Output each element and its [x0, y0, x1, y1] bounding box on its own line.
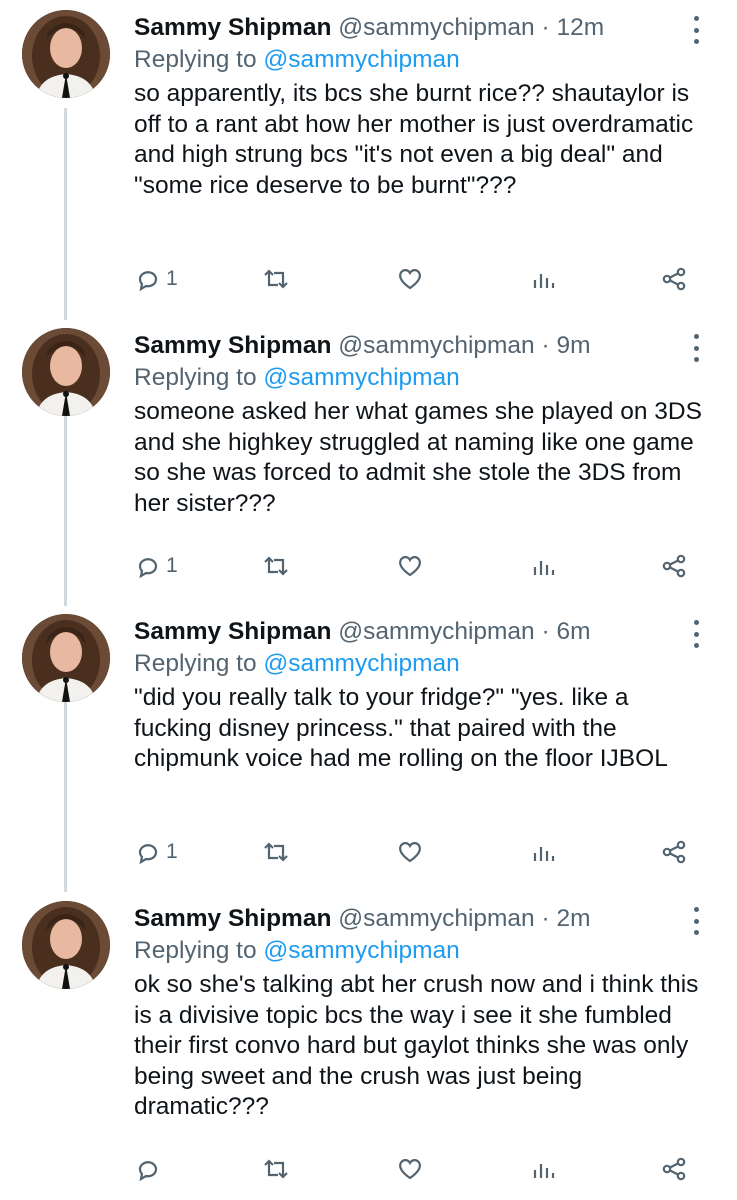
- reply-icon: [138, 1161, 158, 1182]
- tweet[interactable]: Sammy Shipman @sammychipman · 2m Replyin…: [0, 891, 737, 1200]
- separator: ·: [541, 14, 550, 41]
- retweet-icon: [264, 1159, 288, 1179]
- analytics-icon: [533, 847, 555, 861]
- replying-to: Replying to @sammychipman: [134, 44, 707, 76]
- tweet-header: Sammy Shipman @sammychipman · 9m: [134, 330, 707, 362]
- tweet-text: "did you really talk to your fridge?" "y…: [134, 684, 668, 772]
- share-button[interactable]: [660, 550, 688, 582]
- share-icon: [662, 267, 686, 291]
- like-button[interactable]: [396, 836, 424, 868]
- replying-to-label: Replying to: [134, 364, 257, 391]
- action-bar: 1: [134, 263, 694, 295]
- analytics-icon: [533, 1164, 555, 1178]
- retweet-button[interactable]: [262, 263, 290, 295]
- separator: ·: [541, 618, 550, 645]
- tweet-text: so apparently, its bcs she burnt rice?? …: [134, 80, 694, 199]
- avatar[interactable]: [22, 901, 110, 989]
- replying-to-mention[interactable]: @sammychipman: [263, 364, 459, 391]
- replying-to-label: Replying to: [134, 937, 257, 964]
- tweet[interactable]: Sammy Shipman @sammychipman · 12m Replyi…: [0, 0, 737, 318]
- like-icon: [399, 269, 421, 290]
- tweet-content: Sammy Shipman @sammychipman · 9m Replyin…: [134, 330, 707, 519]
- separator: ·: [541, 905, 550, 932]
- like-icon: [399, 842, 421, 863]
- tweet[interactable]: Sammy Shipman @sammychipman · 6m Replyin…: [0, 604, 737, 891]
- tweet-header: Sammy Shipman @sammychipman · 2m: [134, 903, 707, 935]
- share-button[interactable]: [660, 836, 688, 868]
- replying-to: Replying to @sammychipman: [134, 935, 707, 967]
- replying-to-mention[interactable]: @sammychipman: [263, 650, 459, 677]
- share-button[interactable]: [660, 1153, 688, 1185]
- reply-button[interactable]: 1: [134, 550, 178, 582]
- display-name[interactable]: Sammy Shipman: [134, 618, 331, 645]
- reply-button[interactable]: [134, 1153, 166, 1185]
- reply-button[interactable]: 1: [134, 836, 178, 868]
- action-bar: 1: [134, 550, 694, 582]
- display-name[interactable]: Sammy Shipman: [134, 332, 331, 359]
- analytics-icon: [533, 561, 555, 575]
- retweet-button[interactable]: [262, 836, 290, 868]
- reply-count: 1: [166, 267, 178, 290]
- avatar[interactable]: [22, 10, 110, 98]
- avatar[interactable]: [22, 328, 110, 416]
- user-handle[interactable]: @sammychipman: [338, 332, 534, 359]
- reply-button[interactable]: 1: [134, 263, 178, 295]
- analytics-icon: [533, 274, 555, 288]
- display-name[interactable]: Sammy Shipman: [134, 14, 331, 41]
- like-button[interactable]: [396, 550, 424, 582]
- analytics-button[interactable]: [530, 836, 558, 868]
- tweet-header: Sammy Shipman @sammychipman · 12m: [134, 12, 707, 44]
- user-handle[interactable]: @sammychipman: [338, 618, 534, 645]
- replying-to-mention[interactable]: @sammychipman: [263, 937, 459, 964]
- action-bar: [134, 1153, 694, 1185]
- tweet[interactable]: Sammy Shipman @sammychipman · 9m Replyin…: [0, 318, 737, 605]
- like-button[interactable]: [396, 263, 424, 295]
- tweet-header: Sammy Shipman @sammychipman · 6m: [134, 616, 707, 648]
- user-handle[interactable]: @sammychipman: [338, 905, 534, 932]
- share-icon: [662, 554, 686, 578]
- timestamp[interactable]: 6m: [556, 618, 590, 645]
- like-button[interactable]: [396, 1153, 424, 1185]
- retweet-icon: [264, 556, 288, 576]
- tweet-content: Sammy Shipman @sammychipman · 6m Replyin…: [134, 616, 707, 775]
- action-bar: 1: [134, 836, 694, 868]
- reply-icon: [138, 558, 158, 579]
- retweet-icon: [264, 269, 288, 289]
- replying-to-mention[interactable]: @sammychipman: [263, 46, 459, 73]
- retweet-button[interactable]: [262, 550, 290, 582]
- share-icon: [662, 1157, 686, 1181]
- timestamp[interactable]: 12m: [556, 14, 604, 41]
- like-icon: [399, 1159, 421, 1180]
- separator: ·: [541, 332, 550, 359]
- timestamp[interactable]: 9m: [556, 332, 590, 359]
- share-button[interactable]: [660, 263, 688, 295]
- tweet-content: Sammy Shipman @sammychipman · 2m Replyin…: [134, 903, 707, 1123]
- analytics-button[interactable]: [530, 550, 558, 582]
- tweet-content: Sammy Shipman @sammychipman · 12m Replyi…: [134, 12, 707, 201]
- tweet-text: someone asked her what games she played …: [134, 398, 702, 517]
- avatar[interactable]: [22, 614, 110, 702]
- retweet-icon: [264, 842, 288, 862]
- analytics-button[interactable]: [530, 1153, 558, 1185]
- like-icon: [399, 556, 421, 577]
- replying-to-label: Replying to: [134, 46, 257, 73]
- reply-count: 1: [166, 840, 178, 863]
- replying-to: Replying to @sammychipman: [134, 648, 707, 680]
- analytics-button[interactable]: [530, 263, 558, 295]
- reply-icon: [138, 271, 158, 292]
- reply-count: 1: [166, 554, 178, 577]
- share-icon: [662, 840, 686, 864]
- timestamp[interactable]: 2m: [556, 905, 590, 932]
- replying-to-label: Replying to: [134, 650, 257, 677]
- replying-to: Replying to @sammychipman: [134, 362, 707, 394]
- retweet-button[interactable]: [262, 1153, 290, 1185]
- display-name[interactable]: Sammy Shipman: [134, 905, 331, 932]
- reply-icon: [138, 844, 158, 865]
- user-handle[interactable]: @sammychipman: [338, 14, 534, 41]
- tweet-text: ok so she's talking abt her crush now an…: [134, 971, 699, 1120]
